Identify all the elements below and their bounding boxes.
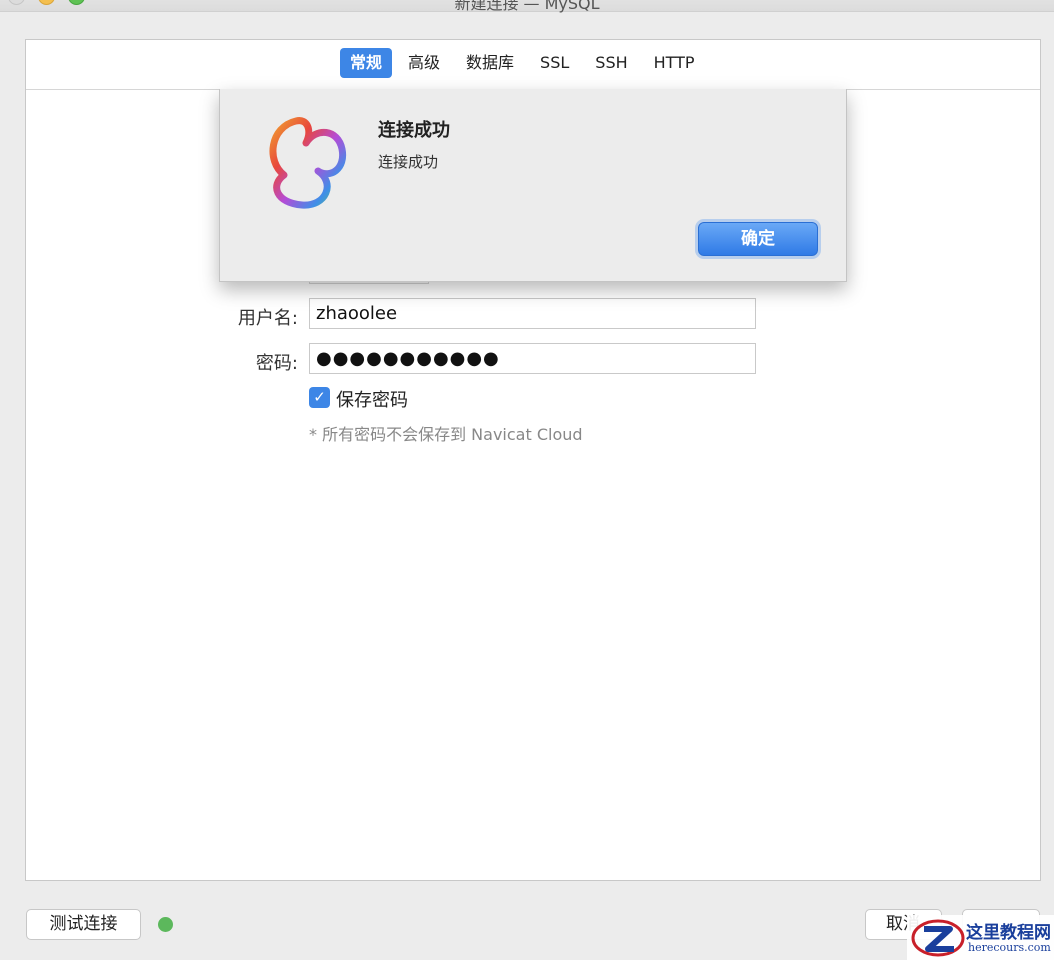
- watermark-title: 这里教程网: [966, 923, 1051, 943]
- test-connection-button[interactable]: 测试连接: [26, 909, 141, 940]
- tab-databases[interactable]: 数据库: [456, 48, 524, 78]
- watermark-subtitle: herecours.com: [968, 941, 1051, 954]
- password-input[interactable]: ●●●●●●●●●●●: [309, 343, 756, 374]
- connection-window: 新建连接 — MySQL 常规 高级 数据库 SSL SSH HTTP 用户名:…: [0, 0, 1054, 960]
- save-password-label[interactable]: 保存密码: [336, 386, 408, 412]
- tab-http[interactable]: HTTP: [644, 48, 705, 78]
- ok-button[interactable]: 确定: [698, 222, 818, 256]
- tab-bar: 常规 高级 数据库 SSL SSH HTTP: [26, 40, 1040, 90]
- window-title: 新建连接 — MySQL: [454, 0, 600, 13]
- tabs: 常规 高级 数据库 SSL SSH HTTP: [340, 48, 705, 78]
- dialog-title: 连接成功: [378, 120, 450, 141]
- tab-ssh[interactable]: SSH: [585, 48, 637, 78]
- navicat-logo-icon: [269, 117, 347, 209]
- password-note: * 所有密码不会保存到 Navicat Cloud: [309, 425, 583, 444]
- tab-general[interactable]: 常规: [340, 48, 393, 78]
- username-label: 用户名:: [237, 308, 298, 329]
- username-input[interactable]: zhaoolee: [309, 298, 756, 329]
- password-label: 密码:: [255, 353, 298, 374]
- watermark-logo-icon: [911, 919, 965, 957]
- tab-ssl[interactable]: SSL: [530, 48, 579, 78]
- watermark: 这里教程网 herecours.com: [907, 915, 1054, 960]
- dialog-message: 连接成功: [378, 153, 439, 171]
- connection-status-indicator: [158, 917, 173, 932]
- save-password-checkbox[interactable]: ✓: [309, 387, 330, 408]
- success-dialog: 连接成功 连接成功 确定: [219, 89, 847, 282]
- tab-advanced[interactable]: 高级: [398, 48, 450, 78]
- title-bar: 新建连接 — MySQL: [0, 0, 1054, 13]
